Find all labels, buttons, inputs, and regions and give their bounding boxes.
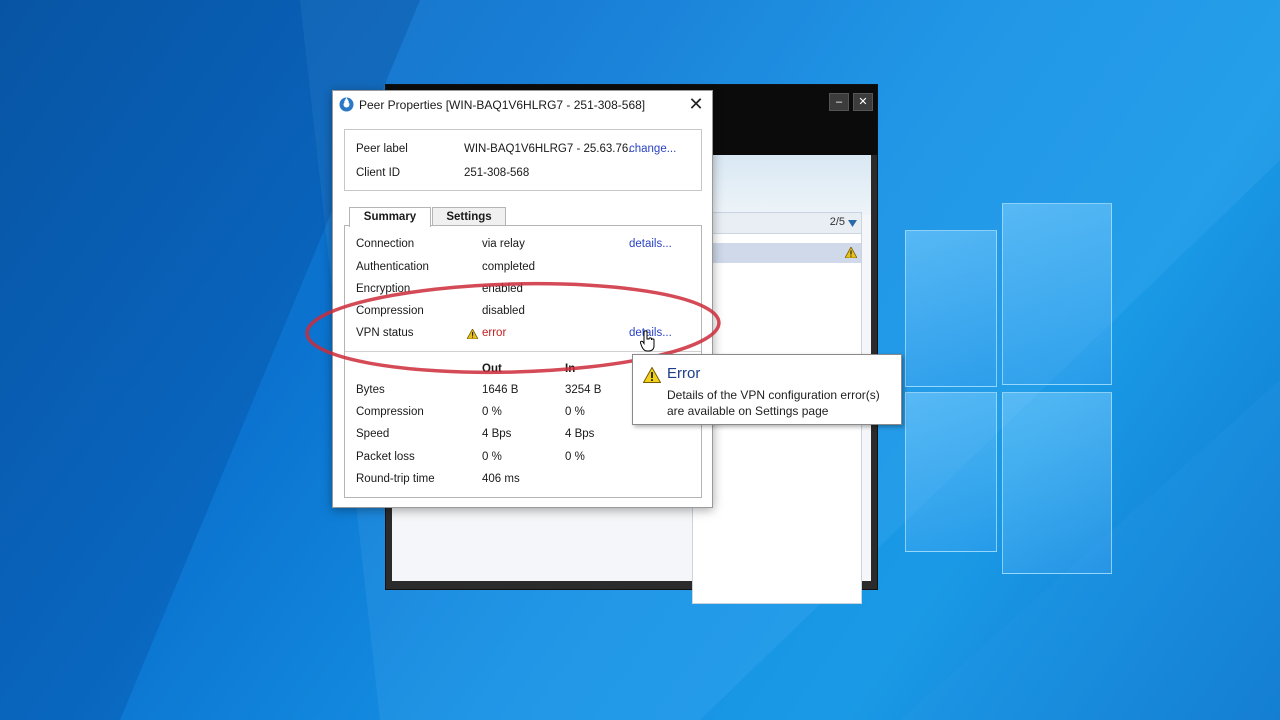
client-id-value: 251-308-568	[464, 167, 530, 179]
connection-value: via relay	[482, 238, 525, 250]
windows-logo	[880, 200, 1115, 575]
vpn-status-label: VPN status	[356, 327, 414, 339]
tooltip-title: Error	[667, 365, 701, 382]
connection-label: Connection	[356, 238, 415, 250]
warning-icon	[467, 329, 478, 339]
vpn-status-value: error	[482, 327, 507, 339]
tab-settings[interactable]: Settings	[432, 207, 506, 226]
stats-row-label: Bytes	[356, 384, 385, 396]
close-icon[interactable]: ✕	[688, 94, 704, 114]
stats-row-out: 1646 B	[482, 384, 519, 396]
stats-row-in: 3254 B	[565, 384, 602, 396]
background-close-button[interactable]: ✕	[853, 93, 873, 111]
stats-row-in: 0 %	[565, 451, 585, 463]
warning-icon	[845, 247, 857, 258]
stats-row-label: Speed	[356, 428, 390, 440]
stats-row-out: 4 Bps	[482, 428, 512, 440]
tooltip-line-2: are available on Settings page	[667, 404, 829, 418]
stats-row-out: 406 ms	[482, 473, 520, 485]
stats-row-in: 0 %	[565, 406, 585, 418]
peer-label-caption: Peer label	[356, 143, 408, 155]
client-id-caption: Client ID	[356, 167, 401, 179]
tooltip-body: Details of the VPN configuration error(s…	[667, 387, 897, 419]
cursor-hand-icon	[640, 330, 655, 352]
stats-row-in: 4 Bps	[565, 428, 595, 440]
peer-properties-dialog: Peer Properties [WIN-BAQ1V6HLRG7 - 251-3…	[332, 90, 713, 508]
change-link[interactable]: change...	[629, 143, 676, 155]
app-icon	[339, 97, 354, 112]
compression-value: disabled	[482, 305, 525, 317]
tooltip-line-1: Details of the VPN configuration error(s…	[667, 388, 880, 402]
stats-col-in: In	[565, 363, 576, 375]
authentication-value: completed	[482, 261, 536, 273]
warning-icon	[643, 367, 661, 383]
dialog-titlebar[interactable]: Peer Properties [WIN-BAQ1V6HLRG7 - 251-3…	[333, 91, 712, 119]
network-list-header: 2/5	[693, 213, 861, 234]
encryption-label: Encryption	[356, 283, 411, 295]
stats-col-out: Out	[482, 363, 502, 375]
connection-details-link[interactable]: details...	[629, 238, 672, 250]
tab-summary[interactable]: Summary	[349, 207, 431, 227]
encryption-value: enabled	[482, 283, 523, 295]
error-tooltip: Error Details of the VPN configuration e…	[632, 354, 902, 425]
stats-row-out: 0 %	[482, 406, 502, 418]
authentication-label: Authentication	[356, 261, 429, 273]
stats-row-label: Packet loss	[356, 451, 415, 463]
dialog-title: Peer Properties [WIN-BAQ1V6HLRG7 - 251-3…	[359, 98, 646, 112]
dropdown-arrow-icon[interactable]	[848, 220, 857, 227]
stats-row-label: Compression	[356, 406, 424, 418]
peer-info-box: Peer label WIN-BAQ1V6HLRG7 - 25.63.76. c…	[344, 129, 702, 191]
stats-row-label: Round-trip time	[356, 473, 435, 485]
network-list-selected-row[interactable]: 18	[693, 243, 861, 263]
compression-label: Compression	[356, 305, 424, 317]
network-count: 2/5	[829, 216, 845, 228]
minimize-button[interactable]: –	[829, 93, 849, 111]
stats-row-out: 0 %	[482, 451, 502, 463]
peer-label-value: WIN-BAQ1V6HLRG7 - 25.63.76.	[464, 143, 632, 155]
